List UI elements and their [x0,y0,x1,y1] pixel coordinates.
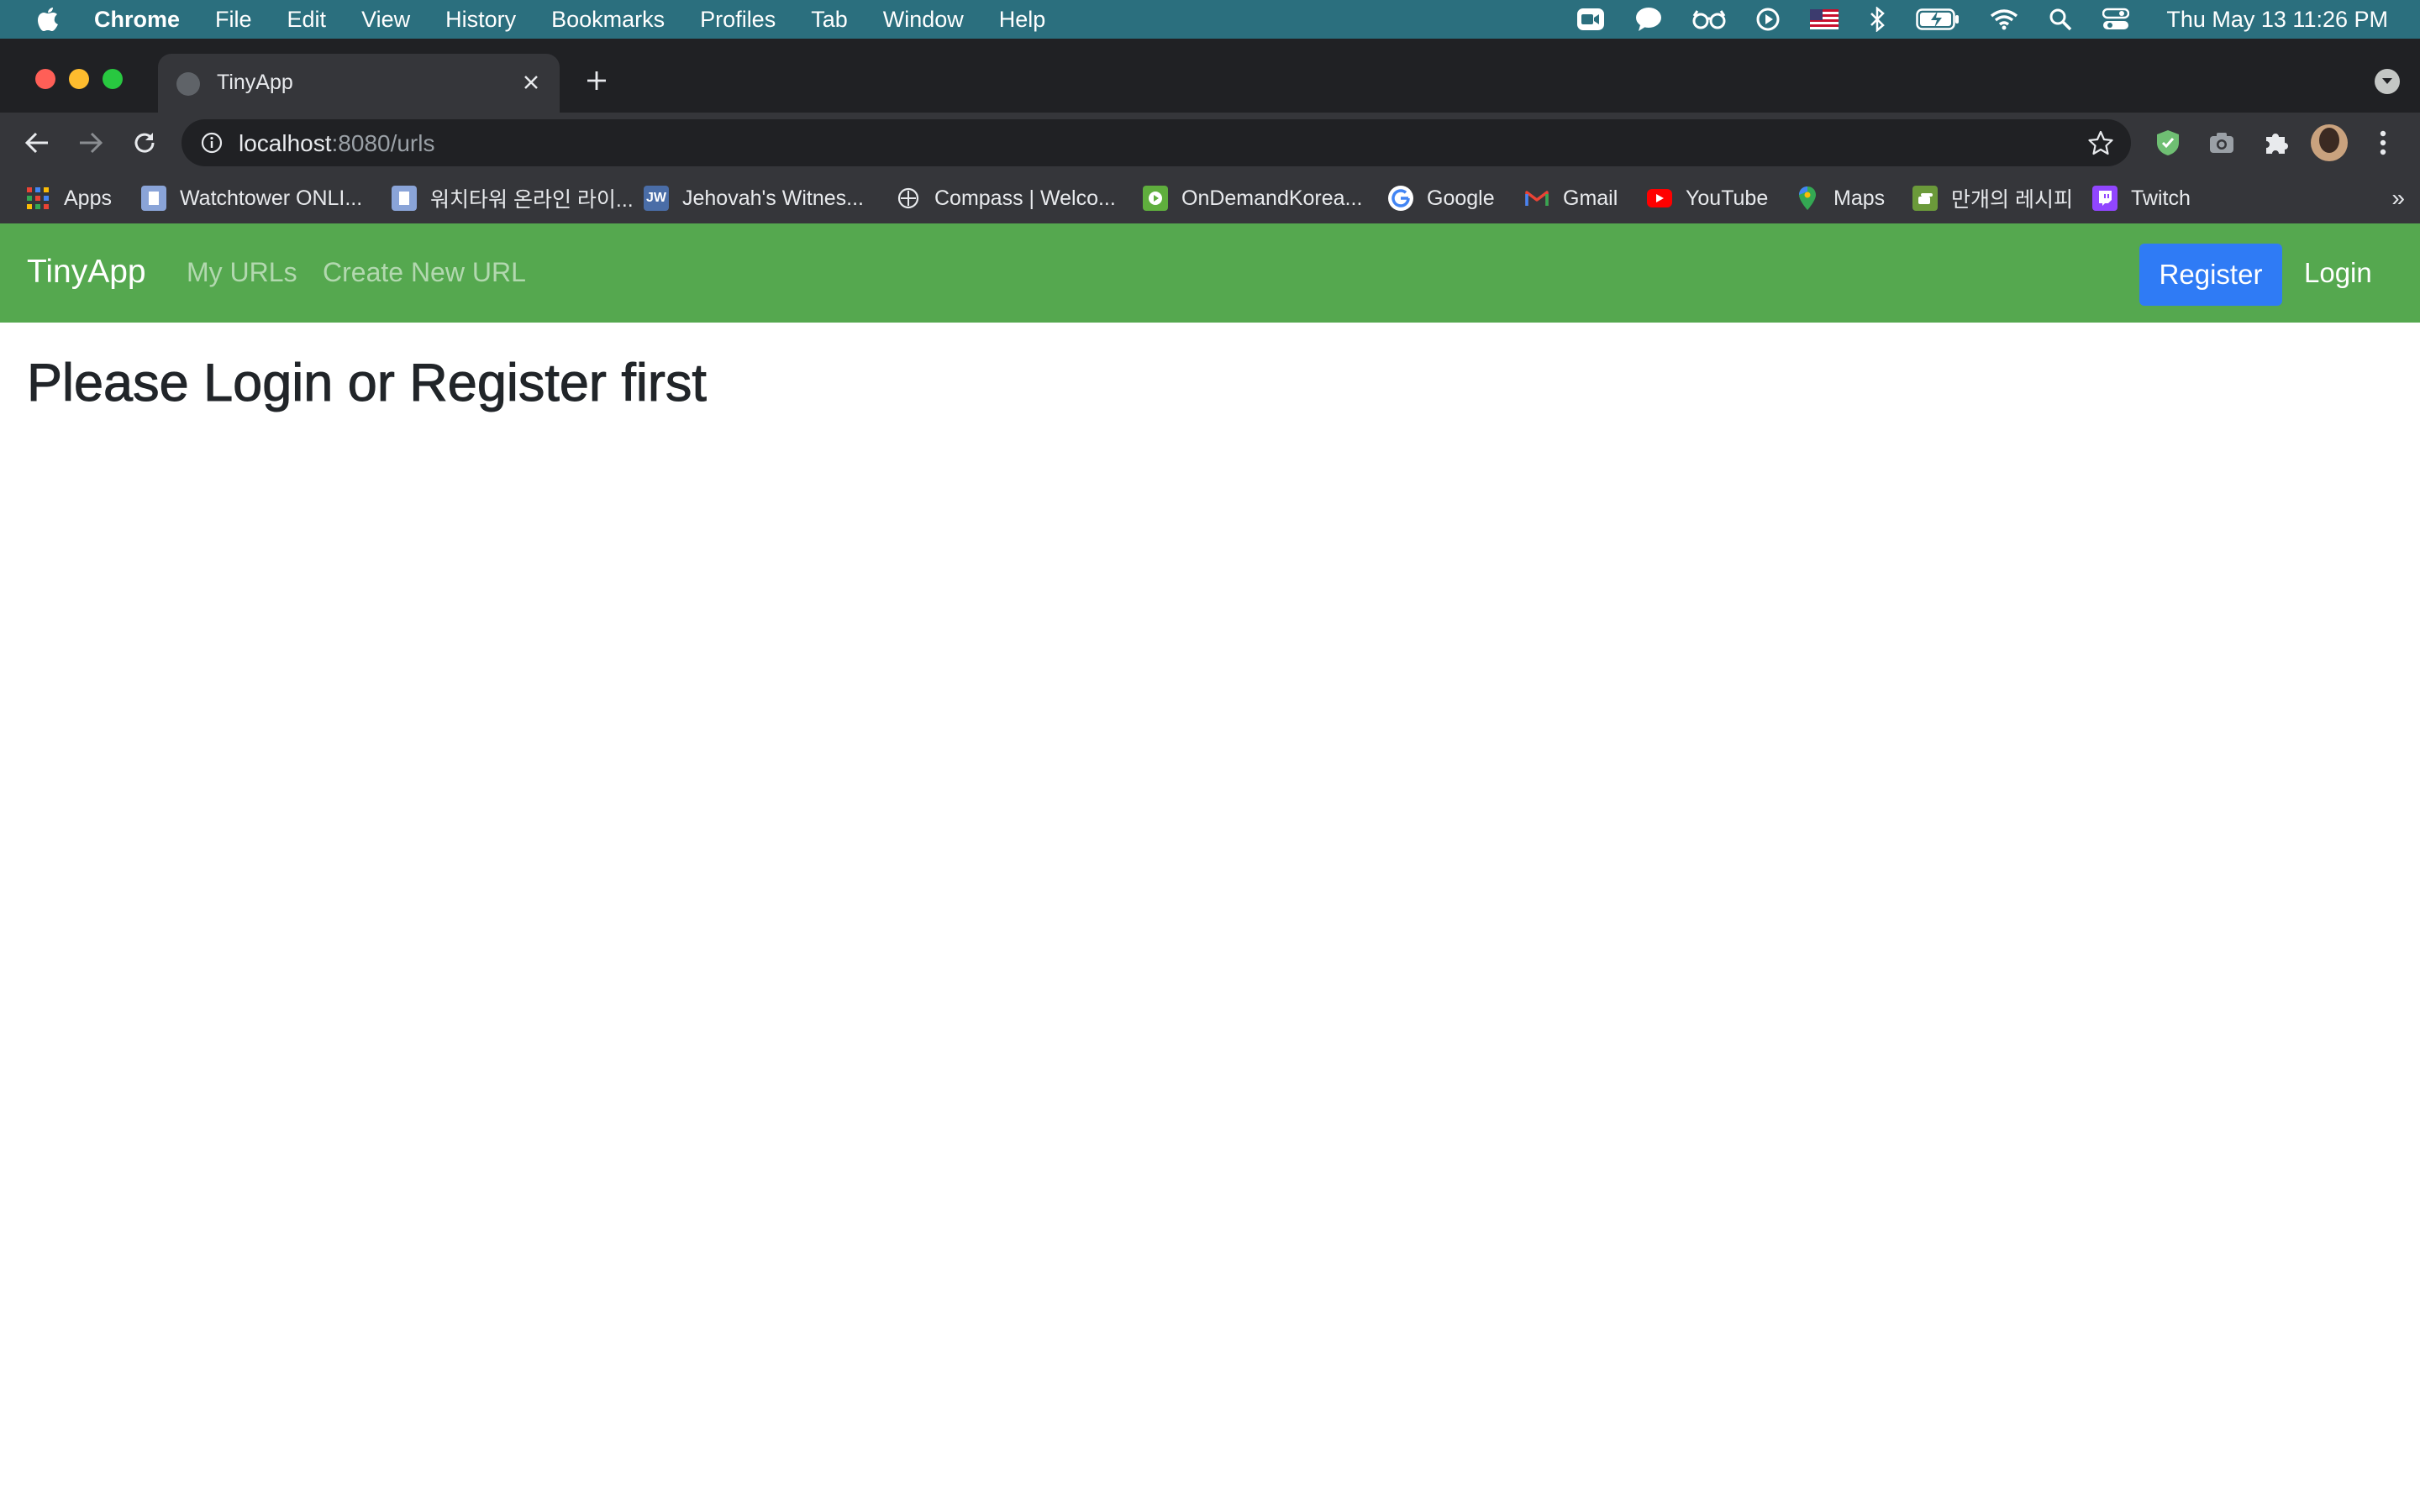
bookmark-label: 만개의 레시피 [1951,188,2073,212]
menu-chrome[interactable]: Chrome [94,7,180,33]
bookmark-star-icon[interactable] [2087,129,2114,156]
bookmark-label: Compass | Welco... [934,186,1116,210]
watchtower-icon [392,186,417,211]
menu-tab[interactable]: Tab [811,7,848,33]
bookmark-gmail[interactable]: Gmail [1524,185,1618,212]
url-path: :8080/urls [331,130,435,156]
apps-grid-icon [25,186,50,211]
wifi-icon[interactable] [1990,8,2018,30]
browser-toolbar: localhost:8080/urls [0,113,2420,173]
menu-bar-status-area: Thu May 13 11:26 PM [1546,0,2420,39]
bookmark-label: OnDemandKorea... [1181,186,1363,210]
spotlight-icon[interactable] [2049,8,2072,31]
bookmark-watchtower-online[interactable]: Watchtower ONLI... [141,185,362,212]
bookmarks-overflow-chevron-icon[interactable]: » [2391,185,2405,212]
us-flag-icon[interactable] [1810,9,1839,29]
reload-icon[interactable] [126,124,163,161]
tab-close-icon[interactable] [516,67,546,97]
messages-icon[interactable] [1635,7,1662,32]
bookmarks-bar: Apps Watchtower ONLI... 워치타워 온라인 라이... J… [0,173,2420,223]
navbar-brand[interactable]: TinyApp [27,254,146,291]
bookmark-youtube[interactable]: YouTube [1647,185,1768,212]
youtube-icon [1647,189,1672,207]
twitch-icon [2092,186,2118,211]
forward-arrow-icon[interactable] [72,124,109,161]
menu-edit[interactable]: Edit [287,7,327,33]
bookmark-label: Watchtower ONLI... [180,186,363,210]
bookmark-maps[interactable]: Maps [1795,185,1885,212]
tab-search-chevron-down-icon[interactable] [2375,69,2400,94]
shield-extension-icon[interactable] [2151,126,2185,160]
bookmark-10000-recipe[interactable]: 만개의 레시피 [1912,185,2073,212]
address-url[interactable]: localhost:8080/urls [239,130,434,157]
menu-bar-clock[interactable]: Thu May 13 11:26 PM [2166,7,2388,33]
recipe-icon [1912,186,1938,211]
browser-tab[interactable]: TinyApp [158,54,560,113]
window-close-button[interactable] [35,69,55,89]
menu-view[interactable]: View [361,7,410,33]
profile-avatar[interactable] [2311,124,2348,161]
bookmark-label: 워치타워 온라인 라이... [430,188,634,212]
bookmark-label: Google [1427,186,1495,210]
apple-menu-icon[interactable] [35,5,60,34]
maps-icon [1795,186,1820,211]
menu-history[interactable]: History [445,7,516,33]
compass-icon [896,186,921,211]
bookmark-label: Apps [64,186,112,210]
jw-icon: JW [644,186,669,211]
glasses-icon[interactable] [1692,9,1726,29]
login-link[interactable]: Login [2304,257,2372,289]
bookmark-label: Gmail [1563,186,1618,210]
bookmark-label: Maps [1833,186,1886,210]
site-info-icon[interactable] [198,129,225,156]
zoom-icon[interactable] [1576,8,1605,31]
battery-icon[interactable] [1916,8,1960,30]
bookmark-apps[interactable]: Apps [25,185,112,212]
bluetooth-icon[interactable] [1869,7,1886,32]
menu-profiles[interactable]: Profiles [700,7,776,33]
menu-help[interactable]: Help [999,7,1046,33]
bookmark-label: YouTube [1686,186,1769,210]
tinyapp-navbar: TinyApp My URLs Create New URL Register … [0,223,2420,323]
back-arrow-icon[interactable] [18,124,55,161]
new-tab-plus-icon[interactable] [580,64,613,97]
ondemandkorea-icon [1143,186,1168,211]
play-icon[interactable] [1756,8,1780,31]
menu-file[interactable]: File [215,7,252,33]
register-button[interactable]: Register [2139,244,2282,306]
address-bar[interactable]: localhost:8080/urls [182,119,2131,166]
globe-icon [176,72,200,96]
bookmark-label: Jehovah's Witnes... [682,186,864,210]
menu-window[interactable]: Window [883,7,964,33]
more-options-kebab-icon[interactable] [2366,126,2400,160]
window-zoom-button[interactable] [103,69,123,89]
bookmark-google[interactable]: Google [1388,185,1495,212]
bookmark-twitch[interactable]: Twitch [2092,185,2191,212]
url-host: localhost [239,130,332,156]
browser-tab-strip: TinyApp [0,39,2420,113]
bookmark-label: Twitch [2131,186,2191,210]
extensions-puzzle-icon[interactable] [2259,126,2292,160]
bookmark-watchtower-korean[interactable]: 워치타워 온라인 라이... [392,185,634,212]
menu-bookmarks[interactable]: Bookmarks [551,7,665,33]
nav-link-create-new-url[interactable]: Create New URL [323,257,526,288]
gmail-icon [1524,186,1549,211]
camera-extension-icon[interactable] [2205,126,2238,160]
nav-link-my-urls[interactable]: My URLs [187,257,297,288]
macos-menu-bar: Chrome File Edit View History Bookmarks … [0,0,2420,39]
bookmark-compass[interactable]: Compass | Welco... [896,185,1116,212]
watchtower-icon [141,186,166,211]
tab-title: TinyApp [217,71,293,94]
bookmark-jehovahs-witnesses[interactable]: JW Jehovah's Witnes... [644,185,864,212]
google-icon [1388,186,1413,211]
bookmark-ondemandkorea[interactable]: OnDemandKorea... [1143,185,1362,212]
window-minimize-button[interactable] [69,69,89,89]
control-center-icon[interactable] [2102,8,2130,31]
page-heading: Please Login or Register first [27,354,708,413]
